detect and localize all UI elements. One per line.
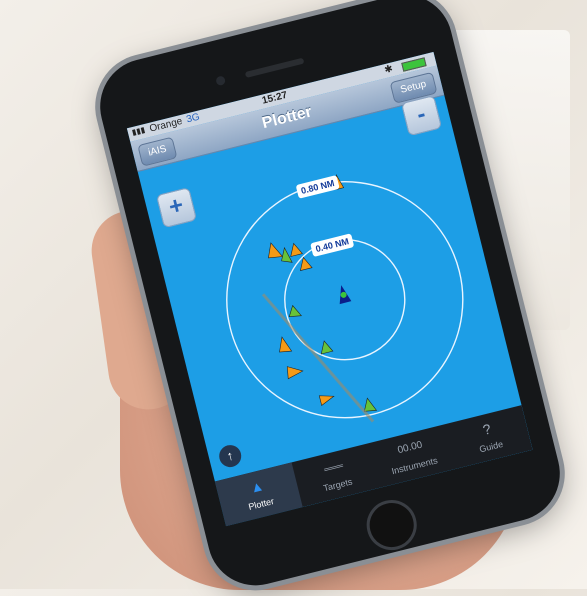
target-vessel[interactable] — [276, 336, 293, 354]
network-label: 3G — [185, 111, 201, 126]
target-vessel[interactable] — [298, 256, 313, 271]
target-vessel[interactable] — [318, 339, 334, 355]
target-vessel[interactable] — [287, 304, 302, 319]
signal-icon: ▮▮▮ — [130, 125, 146, 138]
bluetooth-icon: ✱ — [383, 63, 395, 77]
target-vessel[interactable] — [318, 392, 335, 406]
home-button[interactable] — [361, 494, 423, 556]
target-vessel[interactable] — [288, 242, 303, 257]
target-vessel[interactable] — [285, 363, 304, 380]
target-vessel[interactable] — [265, 241, 284, 260]
speaker — [244, 57, 305, 78]
screen: ▮▮▮ Orange 3G 15:27 ✱ iAIS Plotter Setup — [126, 51, 533, 527]
camera — [215, 75, 227, 87]
